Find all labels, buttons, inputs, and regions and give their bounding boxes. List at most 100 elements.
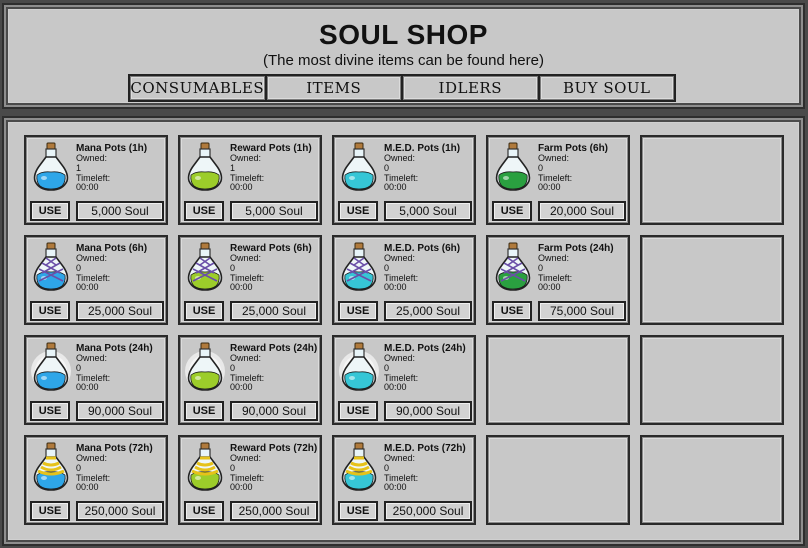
timeleft-value: 00:00 <box>230 482 253 492</box>
owned-label: Owned: <box>384 153 416 163</box>
timeleft-value: 00:00 <box>384 182 407 192</box>
potion-icon <box>184 141 226 193</box>
use-button[interactable]: USE <box>492 201 532 221</box>
potion-icon <box>30 141 72 193</box>
potion-icon <box>492 241 534 293</box>
owned-label: Owned: <box>76 253 108 263</box>
timeleft-value: 00:00 <box>384 382 407 392</box>
use-button[interactable]: USE <box>338 501 378 521</box>
shop-item-card: Reward Pots (6h) Owned: 0 Timeleft: 00:00 USE… <box>178 235 322 325</box>
use-button[interactable]: USE <box>184 401 224 421</box>
potion-icon <box>338 341 380 393</box>
potion-icon <box>338 441 380 493</box>
tab-buy-soul[interactable]: BUY SOUL <box>539 76 674 100</box>
use-button[interactable]: USE <box>30 201 70 221</box>
tab-bar: CONSUMABLES ITEMS IDLERS BUY SOUL <box>128 74 676 102</box>
timeleft-value: 00:00 <box>538 282 561 292</box>
shop-item-card: Reward Pots (72h) Owned: 0 Timeleft: 00:00 US… <box>178 435 322 525</box>
timeleft-value: 00:00 <box>230 182 253 192</box>
use-button[interactable]: USE <box>184 501 224 521</box>
page-title: SOUL SHOP <box>319 19 488 50</box>
use-button[interactable]: USE <box>30 301 70 321</box>
buy-price-button[interactable]: 25,000 Soul <box>76 301 164 321</box>
buy-price-button[interactable]: 250,000 Soul <box>384 501 472 521</box>
timeleft-value: 00:00 <box>230 282 253 292</box>
shop-item-card: M.E.D. Pots (72h) Owned: 0 Timeleft: 00:00 US… <box>332 435 476 525</box>
owned-label: Owned: <box>76 453 108 463</box>
shop-item-card: Reward Pots (24h) Owned: 0 Timeleft: 00:00 US… <box>178 335 322 425</box>
potion-icon <box>184 341 226 393</box>
shop-item-card: Mana Pots (6h) Owned: 0 Timeleft: 00:00 USE 25… <box>24 235 168 325</box>
shop-item-card: M.E.D. Pots (24h) Owned: 0 Timeleft: 00:00 US… <box>332 335 476 425</box>
buy-price-button[interactable]: 5,000 Soul <box>76 201 164 221</box>
buy-price-button[interactable]: 90,000 Soul <box>230 401 318 421</box>
owned-value: 1 <box>76 163 82 173</box>
buy-price-button[interactable]: 250,000 Soul <box>230 501 318 521</box>
tab-consumables[interactable]: CONSUMABLES <box>130 76 265 100</box>
owned-label: Owned: <box>538 253 570 263</box>
empty-slot <box>486 435 630 525</box>
buy-price-button[interactable]: 25,000 Soul <box>230 301 318 321</box>
timeleft-value: 00:00 <box>538 182 561 192</box>
owned-value: 0 <box>384 463 390 473</box>
empty-slot <box>640 235 784 325</box>
page-subtitle: (The most divine items can be found here… <box>263 52 544 69</box>
use-button[interactable]: USE <box>338 301 378 321</box>
owned-label: Owned: <box>76 153 108 163</box>
empty-slot <box>640 435 784 525</box>
use-button[interactable]: USE <box>30 401 70 421</box>
owned-value: 1 <box>230 163 236 173</box>
owned-value: 0 <box>538 263 544 273</box>
tab-idlers[interactable]: IDLERS <box>403 76 538 100</box>
timeleft-value: 00:00 <box>384 482 407 492</box>
owned-label: Owned: <box>230 353 262 363</box>
use-button[interactable]: USE <box>30 501 70 521</box>
owned-value: 0 <box>384 363 390 373</box>
potion-icon <box>338 141 380 193</box>
potion-icon <box>30 441 72 493</box>
use-button[interactable]: USE <box>184 301 224 321</box>
timeleft-value: 00:00 <box>76 182 99 192</box>
shop-item-card: Farm Pots (24h) Owned: 0 Timeleft: 00:00 USE 7… <box>486 235 630 325</box>
timeleft-value: 00:00 <box>230 382 253 392</box>
timeleft-value: 00:00 <box>76 482 99 492</box>
owned-label: Owned: <box>538 153 570 163</box>
owned-value: 0 <box>384 163 390 173</box>
owned-label: Owned: <box>230 453 262 463</box>
shop-item-card: Mana Pots (24h) Owned: 0 Timeleft: 00:00 USE 9… <box>24 335 168 425</box>
empty-slot <box>486 335 630 425</box>
use-button[interactable]: USE <box>184 201 224 221</box>
buy-price-button[interactable]: 5,000 Soul <box>230 201 318 221</box>
owned-value: 0 <box>76 363 82 373</box>
use-button[interactable]: USE <box>338 401 378 421</box>
buy-price-button[interactable]: 250,000 Soul <box>76 501 164 521</box>
shop-item-card: Mana Pots (72h) Owned: 0 Timeleft: 00:00 USE 2… <box>24 435 168 525</box>
potion-icon <box>184 441 226 493</box>
use-button[interactable]: USE <box>338 201 378 221</box>
buy-price-button[interactable]: 20,000 Soul <box>538 201 626 221</box>
shop-header: SOUL SHOP (The most divine items can be … <box>2 3 805 109</box>
owned-value: 0 <box>230 363 236 373</box>
potion-icon <box>338 241 380 293</box>
owned-label: Owned: <box>384 453 416 463</box>
potion-icon <box>30 341 72 393</box>
shop-item-card: Reward Pots (1h) Owned: 1 Timeleft: 00:00 USE… <box>178 135 322 225</box>
owned-label: Owned: <box>76 353 108 363</box>
potion-icon <box>30 241 72 293</box>
buy-price-button[interactable]: 90,000 Soul <box>384 401 472 421</box>
shop-grid-panel: Mana Pots (1h) Owned: 1 Timeleft: 00:00 USE 5,… <box>2 116 805 546</box>
buy-price-button[interactable]: 90,000 Soul <box>76 401 164 421</box>
owned-value: 0 <box>384 263 390 273</box>
buy-price-button[interactable]: 25,000 Soul <box>384 301 472 321</box>
tab-items[interactable]: ITEMS <box>266 76 401 100</box>
buy-price-button[interactable]: 75,000 Soul <box>538 301 626 321</box>
use-button[interactable]: USE <box>492 301 532 321</box>
owned-label: Owned: <box>230 153 262 163</box>
potion-icon <box>492 141 534 193</box>
shop-item-card: Mana Pots (1h) Owned: 1 Timeleft: 00:00 USE 5,… <box>24 135 168 225</box>
shop-item-card: M.E.D. Pots (6h) Owned: 0 Timeleft: 00:00 USE… <box>332 235 476 325</box>
timeleft-value: 00:00 <box>384 282 407 292</box>
empty-slot <box>640 135 784 225</box>
buy-price-button[interactable]: 5,000 Soul <box>384 201 472 221</box>
owned-label: Owned: <box>384 253 416 263</box>
